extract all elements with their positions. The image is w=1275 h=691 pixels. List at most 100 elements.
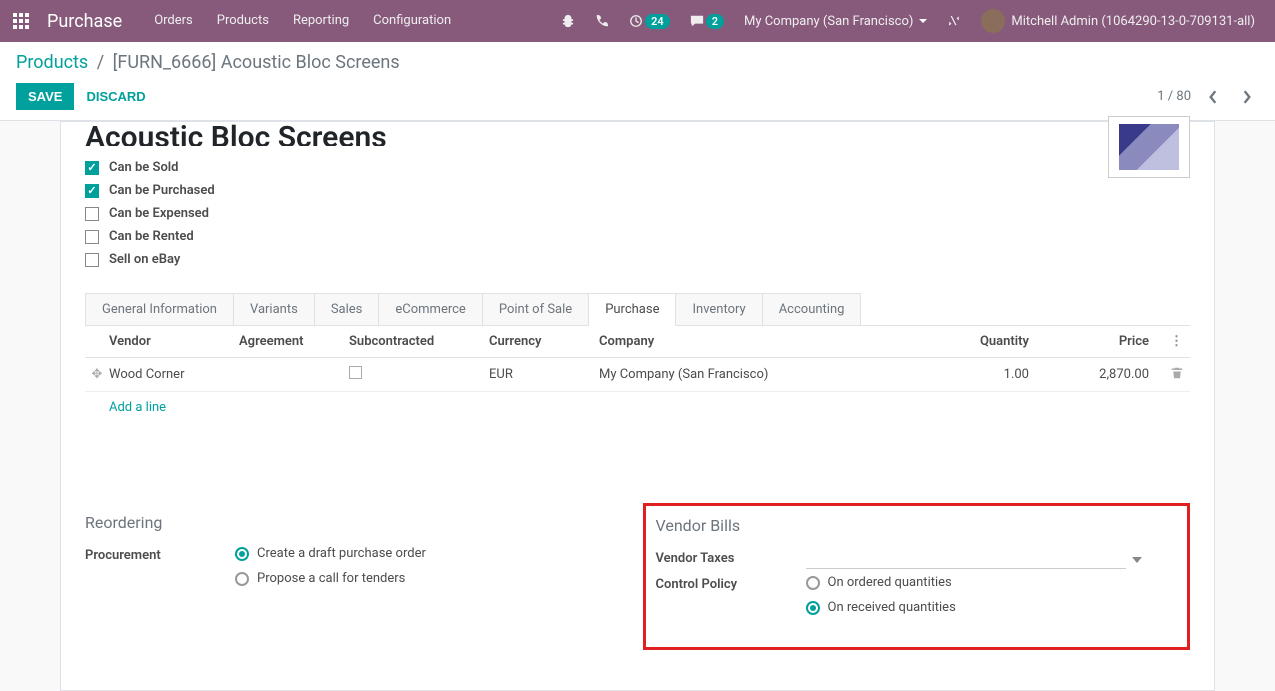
flag-sell-on-ebay[interactable]: Sell on eBay: [85, 252, 1108, 267]
checkbox-icon[interactable]: [85, 253, 99, 267]
checkbox-icon[interactable]: [85, 161, 99, 175]
flag-can-be-expensed[interactable]: Can be Expensed: [85, 206, 1108, 221]
breadcrumb-current: [FURN_6666] Acoustic Bloc Screens: [113, 52, 400, 73]
company-switcher[interactable]: My Company (San Francisco): [734, 0, 937, 42]
section-title: Reordering: [85, 513, 623, 532]
save-button[interactable]: SAVE: [16, 83, 74, 110]
cell-vendor[interactable]: Wood Corner: [109, 367, 239, 382]
delete-row-icon[interactable]: [1159, 367, 1183, 383]
radio-label: Propose a call for tenders: [257, 571, 405, 586]
messages-badge: 2: [706, 14, 724, 29]
tab-variants[interactable]: Variants: [234, 293, 315, 325]
policy-ordered-option[interactable]: On ordered quantities: [806, 575, 1172, 590]
form-sheet: Acoustic Bloc Screens Can be Sold Can be…: [60, 121, 1215, 691]
tabs: General Information Variants Sales eComm…: [85, 293, 1190, 326]
chevron-down-icon: [919, 19, 927, 23]
tab-ecommerce[interactable]: eCommerce: [379, 293, 482, 325]
messages-icon[interactable]: 2: [680, 0, 734, 42]
cell-company[interactable]: My Company (San Francisco): [599, 367, 909, 382]
vendor-taxes-input[interactable]: [806, 549, 1126, 569]
tab-inventory[interactable]: Inventory: [676, 293, 762, 325]
checkbox-icon[interactable]: [349, 366, 362, 379]
chevron-down-icon[interactable]: [1132, 552, 1142, 567]
activity-badge: 24: [645, 14, 670, 29]
image-placeholder: [1119, 124, 1179, 170]
pager-prev[interactable]: [1201, 85, 1225, 109]
flag-label: Can be Sold: [109, 160, 179, 175]
tab-point-of-sale[interactable]: Point of Sale: [483, 293, 589, 325]
reordering-section: Reordering Procurement Create a draft pu…: [85, 513, 623, 650]
flag-label: Can be Expensed: [109, 206, 209, 221]
highlight-annotation: Vendor Bills Vendor Taxes Control Policy: [643, 503, 1191, 650]
table-header: Vendor Agreement Subcontracted Currency …: [85, 326, 1190, 358]
discard-button[interactable]: DISCARD: [74, 83, 157, 110]
cell-quantity[interactable]: 1.00: [909, 367, 1039, 382]
cell-currency[interactable]: EUR: [489, 367, 599, 382]
radio-icon[interactable]: [235, 572, 249, 586]
cell-price[interactable]: 2,870.00: [1039, 367, 1159, 382]
columns-menu-icon[interactable]: ⋮: [1159, 334, 1183, 349]
menu-reporting[interactable]: Reporting: [281, 0, 361, 42]
avatar: [981, 9, 1005, 33]
checkbox-icon[interactable]: [85, 184, 99, 198]
pager-next[interactable]: [1235, 85, 1259, 109]
radio-icon[interactable]: [235, 547, 249, 561]
tab-general-information[interactable]: General Information: [85, 293, 234, 325]
apps-icon[interactable]: [0, 0, 42, 42]
tab-sales[interactable]: Sales: [315, 293, 380, 325]
flag-label: Can be Rented: [109, 229, 194, 244]
flag-can-be-sold[interactable]: Can be Sold: [85, 160, 1108, 175]
product-header: Acoustic Bloc Screens Can be Sold Can be…: [85, 122, 1190, 275]
control-policy-label: Control Policy: [656, 575, 806, 592]
add-line-button[interactable]: Add a line: [85, 392, 1190, 423]
phone-icon[interactable]: [585, 0, 619, 42]
col-vendor: Vendor: [109, 334, 239, 349]
brand[interactable]: Purchase: [42, 11, 142, 32]
tab-purchase[interactable]: Purchase: [589, 293, 676, 326]
col-company: Company: [599, 334, 909, 349]
systray: 24 2 My Company (San Francisco) Mitchell…: [551, 0, 1275, 42]
policy-received-option[interactable]: On received quantities: [806, 600, 1172, 615]
vendor-table: Vendor Agreement Subcontracted Currency …: [85, 326, 1190, 423]
breadcrumb: Products / [FURN_6666] Acoustic Bloc Scr…: [16, 52, 1259, 79]
debug-icon[interactable]: [937, 0, 971, 42]
control-panel: Products / [FURN_6666] Acoustic Bloc Scr…: [0, 42, 1275, 121]
menu-products[interactable]: Products: [205, 0, 281, 42]
purchase-sections: Reordering Procurement Create a draft pu…: [85, 513, 1190, 650]
procurement-label: Procurement: [85, 546, 235, 563]
bug-icon[interactable]: [551, 0, 585, 42]
menu-configuration[interactable]: Configuration: [361, 0, 463, 42]
col-quantity: Quantity: [909, 334, 1039, 349]
checkbox-icon[interactable]: [85, 230, 99, 244]
col-agreement: Agreement: [239, 334, 349, 349]
tab-accounting[interactable]: Accounting: [763, 293, 862, 325]
user-menu[interactable]: Mitchell Admin (1064290-13-0-709131-all): [971, 0, 1265, 42]
user-name: Mitchell Admin (1064290-13-0-709131-all): [1011, 14, 1255, 29]
col-subcontracted: Subcontracted: [349, 334, 489, 349]
drag-handle-icon[interactable]: ✥: [85, 367, 109, 382]
col-price: Price: [1039, 334, 1159, 349]
main-menu: Orders Products Reporting Configuration: [142, 0, 463, 42]
breadcrumb-root[interactable]: Products: [16, 52, 88, 73]
section-title: Vendor Bills: [656, 516, 1172, 535]
procurement-draft-option[interactable]: Create a draft purchase order: [235, 546, 623, 561]
radio-label: On ordered quantities: [828, 575, 952, 590]
pager-text: 1 / 80: [1157, 89, 1191, 104]
topbar: Purchase Orders Products Reporting Confi…: [0, 0, 1275, 42]
product-image[interactable]: [1108, 116, 1190, 178]
product-name-input[interactable]: Acoustic Bloc Screens: [85, 120, 615, 146]
flag-can-be-rented[interactable]: Can be Rented: [85, 229, 1108, 244]
procurement-tender-option[interactable]: Propose a call for tenders: [235, 571, 623, 586]
radio-label: On received quantities: [828, 600, 956, 615]
menu-orders[interactable]: Orders: [142, 0, 205, 42]
radio-label: Create a draft purchase order: [257, 546, 426, 561]
activity-icon[interactable]: 24: [619, 0, 680, 42]
radio-icon[interactable]: [806, 601, 820, 615]
table-row[interactable]: ✥ Wood Corner EUR My Company (San Franci…: [85, 358, 1190, 392]
vendor-bills-section: Vendor Bills Vendor Taxes Control Policy: [653, 513, 1191, 650]
cell-subcontracted[interactable]: [349, 366, 489, 383]
radio-icon[interactable]: [806, 576, 820, 590]
flag-can-be-purchased[interactable]: Can be Purchased: [85, 183, 1108, 198]
checkbox-icon[interactable]: [85, 207, 99, 221]
company-name: My Company (San Francisco): [744, 14, 913, 29]
